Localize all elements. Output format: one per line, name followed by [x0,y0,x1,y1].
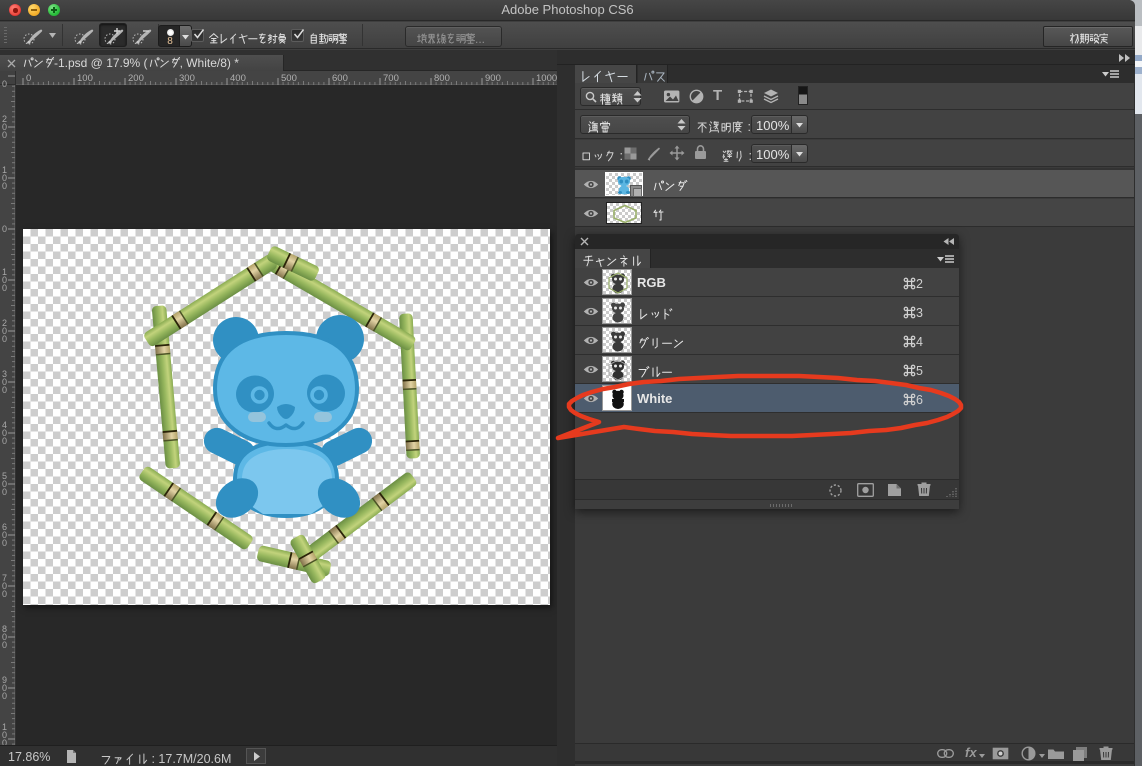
svg-text:0: 0 [2,283,7,293]
svg-text:0: 0 [26,73,31,84]
svg-text:0: 0 [2,487,7,497]
svg-text:0: 0 [2,691,7,701]
svg-text:0: 0 [2,640,7,650]
svg-text:0: 0 [2,79,7,89]
svg-text:0: 0 [2,224,7,234]
svg-text:0: 0 [2,385,7,395]
svg-text:0: 0 [2,436,7,446]
svg-text:0: 0 [2,181,7,191]
svg-text:0: 0 [2,130,7,140]
svg-text:0: 0 [2,334,7,344]
svg-text:0: 0 [2,538,7,548]
svg-text:0: 0 [2,589,7,599]
